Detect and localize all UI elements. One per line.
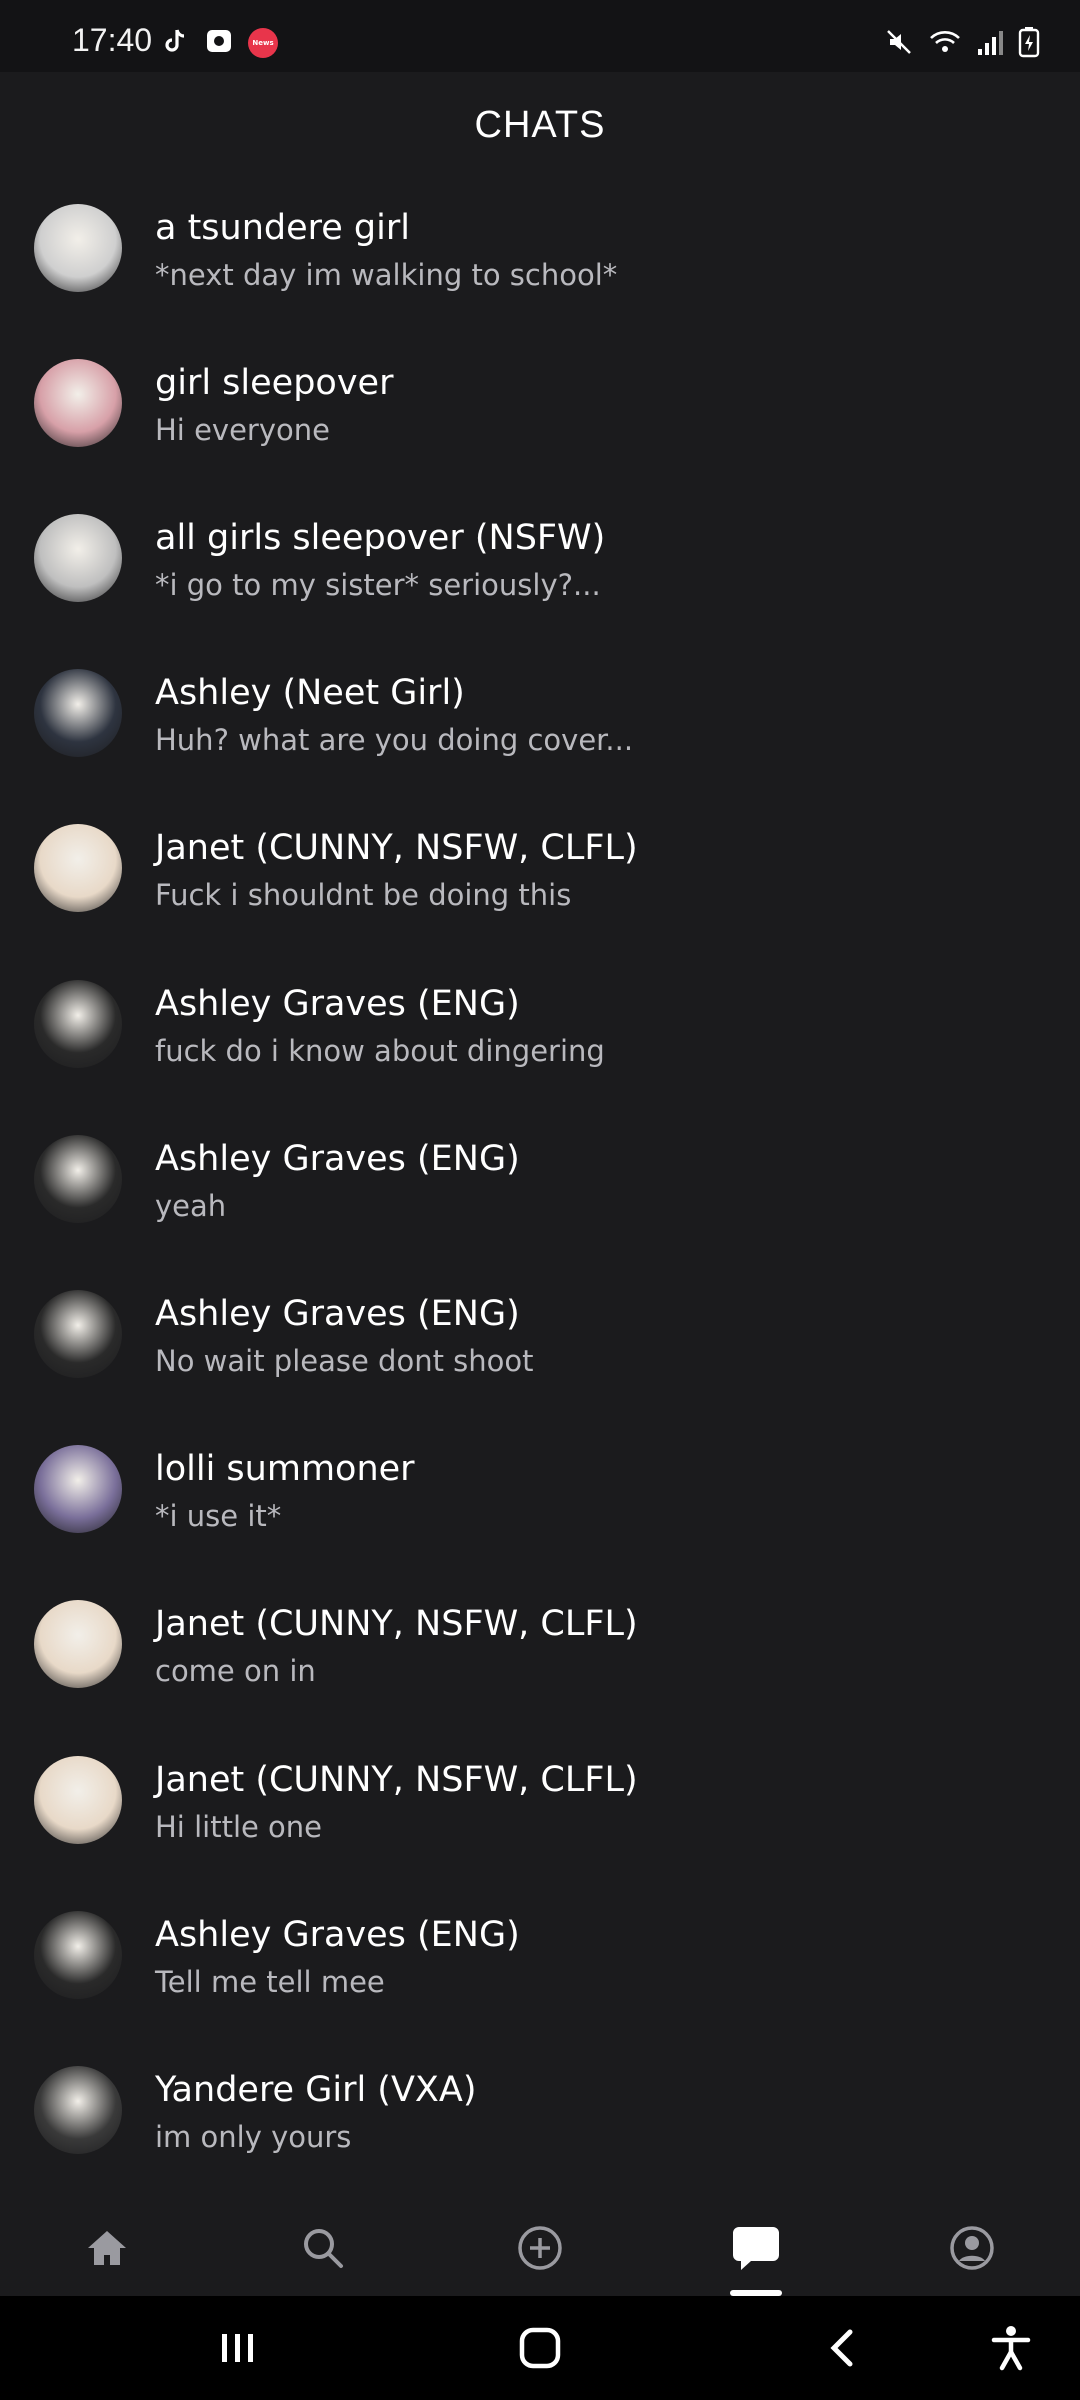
avatar [34,1756,122,1844]
chat-preview: Huh? what are you doing cover... [155,723,634,757]
chat-name: Ashley Graves (ENG) [155,1139,520,1179]
chat-item[interactable]: Ashley Graves (ENG) fuck do i know about … [0,958,1080,1113]
avatar [34,204,122,292]
chat-preview: Tell me tell mee [155,1965,385,1999]
back-icon[interactable] [802,2318,882,2378]
status-right-icons [884,26,1040,62]
page-title: CHATS [474,104,606,146]
avatar [34,824,122,912]
chat-preview: Hi everyone [155,413,330,447]
chat-name: Ashley Graves (ENG) [155,1294,520,1334]
chat-name: Ashley Graves (ENG) [155,984,520,1024]
chat-name: Ashley (Neet Girl) [155,673,465,713]
avatar [34,2066,122,2154]
avatar [34,359,122,447]
avatar [34,1911,122,1999]
chat-item[interactable]: Yandere Girl (VXA) im only yours [0,2044,1080,2199]
avatar [34,514,122,602]
chat-preview: *i use it* [155,1499,282,1533]
avatar [34,669,122,757]
chat-item[interactable]: lolli summoner *i use it* [0,1423,1080,1578]
mute-icon [884,27,914,61]
avatar [34,1600,122,1688]
signal-icon [976,27,1004,61]
chat-name: Ashley Graves (ENG) [155,1915,520,1955]
chat-name: Yandere Girl (VXA) [155,2070,477,2110]
chat-name: a tsundere girl [155,208,410,248]
home-icon[interactable] [67,2216,147,2280]
status-app-icons: News [160,26,278,60]
chat-preview: *i go to my sister* seriously?... [155,568,601,602]
chat-item[interactable]: Ashley Graves (ENG) No wait please dont s… [0,1268,1080,1423]
avatar [34,1445,122,1533]
wifi-icon [928,27,962,61]
avatar [34,1135,122,1223]
chat-preview: Fuck i shouldnt be doing this [155,878,572,912]
chat-list[interactable]: a tsundere girl *next day im walking to s… [0,182,1080,2202]
chat-item[interactable]: Ashley (Neet Girl) Huh? what are you doin… [0,647,1080,802]
chat-item[interactable]: Janet (CUNNY, NSFW, CLFL) come on in [0,1578,1080,1733]
news-icon-label: News [252,39,274,47]
chat-item[interactable]: Ashley Graves (ENG) Tell me tell mee [0,1889,1080,2044]
chat-item[interactable]: Janet (CUNNY, NSFW, CLFL) Hi little one [0,1734,1080,1889]
bottom-nav [0,2202,1080,2296]
chat-item[interactable]: all girls sleepover (NSFW) *i go to my si… [0,492,1080,647]
chat-name: all girls sleepover (NSFW) [155,518,606,558]
chat-preview: come on in [155,1654,316,1688]
chats-icon[interactable] [716,2216,796,2280]
accessibility-icon[interactable] [971,2318,1051,2378]
chat-name: Janet (CUNNY, NSFW, CLFL) [155,828,638,868]
avatar [34,1290,122,1378]
chat-name: Janet (CUNNY, NSFW, CLFL) [155,1760,638,1800]
chat-preview: fuck do i know about dingering [155,1034,605,1068]
chat-item[interactable]: Ashley Graves (ENG) yeah [0,1113,1080,1268]
chat-name: girl sleepover [155,363,394,403]
profile-icon[interactable] [932,2216,1012,2280]
chat-preview: No wait please dont shoot [155,1344,534,1378]
chat-preview: yeah [155,1189,227,1223]
status-bar: 17:40 News [0,0,1080,72]
chat-name: lolli summoner [155,1449,415,1489]
chat-item[interactable]: a tsundere girl *next day im walking to s… [0,182,1080,337]
header: CHATS [0,72,1080,182]
chat-preview: *next day im walking to school* [155,258,618,292]
recent-apps-icon[interactable] [198,2318,278,2378]
chat-item[interactable]: girl sleepover Hi everyone [0,337,1080,492]
tiktok-icon [160,26,190,60]
home-button-icon[interactable] [500,2318,580,2378]
chat-preview: Hi little one [155,1810,323,1844]
battery-charging-icon [1018,26,1040,62]
news-icon: News [248,28,278,58]
status-time: 17:40 [72,22,153,58]
camera-app-icon [204,26,234,60]
avatar [34,980,122,1068]
chat-preview: im only yours [155,2120,352,2154]
chat-item[interactable]: Janet (CUNNY, NSFW, CLFL) Fuck i shouldnt… [0,802,1080,957]
create-icon[interactable] [500,2216,580,2280]
chat-name: Janet (CUNNY, NSFW, CLFL) [155,1604,638,1644]
system-nav-bar [0,2296,1080,2400]
search-icon[interactable] [283,2216,363,2280]
